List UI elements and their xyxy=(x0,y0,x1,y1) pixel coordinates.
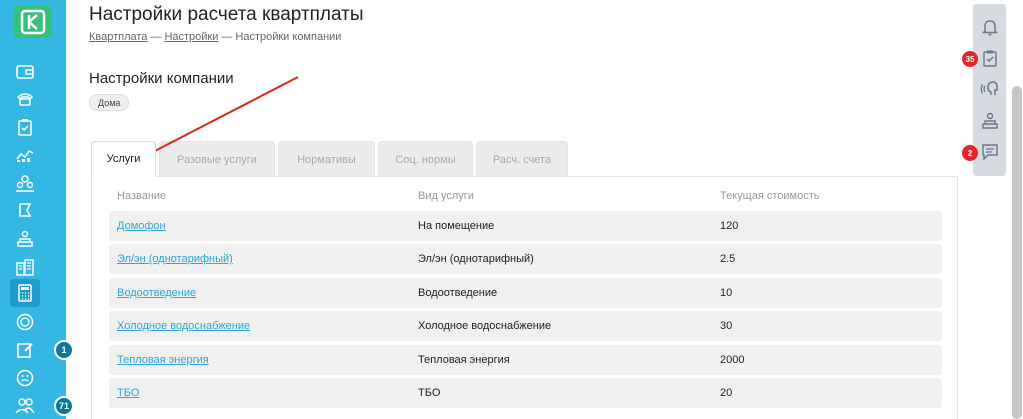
service-type: Эл/эн (однотарифный) xyxy=(418,253,534,265)
services-panel: Название Вид услуги Текущая стоимость До… xyxy=(91,176,958,419)
table-row: Холодное водоснабжение Холодное водоснаб… xyxy=(109,311,942,341)
wallet-icon xyxy=(16,65,34,79)
service-cost: 2000 xyxy=(720,353,745,366)
main-content: Настройки расчета квартплаты Квартплата —… xyxy=(66,0,1023,419)
messages-count-badge: 2 xyxy=(962,145,978,161)
breadcrumb-separator: — xyxy=(221,31,233,43)
nav-buildings[interactable] xyxy=(10,253,40,281)
section-title: Настройки компании xyxy=(89,70,234,87)
table-row: Домофон На помещение 120 xyxy=(109,210,942,241)
calculator-icon xyxy=(18,284,32,302)
breadcrumb-item-current: Настройки компании xyxy=(235,31,342,43)
page-scrollbar[interactable] xyxy=(1012,86,1022,419)
table-header: Название Вид услуги Текущая стоимость xyxy=(109,177,942,207)
service-cost: 2.5 xyxy=(720,253,736,265)
nav-clipboard[interactable] xyxy=(10,113,40,141)
nav-doorman[interactable] xyxy=(10,225,40,253)
service-link[interactable]: Домофон xyxy=(109,220,410,232)
tasks-icon xyxy=(983,50,997,67)
nav-chart[interactable] xyxy=(10,141,40,169)
service-link[interactable]: ТБО xyxy=(109,387,410,399)
tabs: Услуги Разовые услуги Нормативы Соц. нор… xyxy=(91,141,571,177)
tasks-button[interactable] xyxy=(977,45,1003,71)
column-header-name[interactable]: Название xyxy=(109,190,410,202)
service-type: ТБО xyxy=(418,387,441,399)
tab-social-norms[interactable]: Соц. нормы xyxy=(378,141,473,177)
chart-icon xyxy=(16,150,34,162)
support-button[interactable] xyxy=(977,76,1003,102)
nav-coin[interactable] xyxy=(10,308,40,336)
notifications-button[interactable] xyxy=(977,14,1003,40)
logo-k-icon xyxy=(20,9,46,35)
service-cost: 20 xyxy=(720,387,733,399)
services-table: Название Вид услуги Текущая стоимость До… xyxy=(109,177,942,408)
breadcrumb-separator: — xyxy=(150,31,162,43)
breadcrumb-item-settings[interactable]: Настройки xyxy=(164,31,218,43)
flag-icon xyxy=(19,203,32,217)
nav-phone[interactable] xyxy=(10,85,40,113)
service-cost: 120 xyxy=(720,219,739,232)
coin-icon xyxy=(16,313,34,331)
edit-icon xyxy=(17,343,33,358)
nav-calculator[interactable] xyxy=(10,279,40,307)
doorman-icon xyxy=(17,230,33,247)
page-title: Настройки расчета квартплаты xyxy=(89,4,364,25)
right-rail xyxy=(973,4,1006,176)
service-cost: 30 xyxy=(720,320,733,332)
tab-services[interactable]: Услуги xyxy=(91,141,156,177)
tab-one-time-services[interactable]: Разовые услуги xyxy=(159,141,275,177)
buildings-icon xyxy=(16,259,34,276)
breadcrumb-item-kvartplata[interactable]: Квартплата xyxy=(89,31,147,43)
table-row: Водоотведение Водоотведение 10 xyxy=(109,277,942,308)
support-icon xyxy=(980,81,998,95)
service-type: Водоотведение xyxy=(418,286,498,299)
service-type: Холодное водоснабжение xyxy=(418,320,552,332)
nav-edit[interactable] xyxy=(10,336,40,364)
people-icon xyxy=(16,175,34,192)
clipboard-icon xyxy=(18,119,32,136)
nav-flag[interactable] xyxy=(10,197,40,225)
service-type: На помещение xyxy=(418,219,495,232)
reception-button[interactable] xyxy=(977,108,1003,134)
service-link[interactable]: Холодное водоснабжение xyxy=(109,320,410,332)
table-row: Эл/эн (однотарифный) Эл/эн (однотарифный… xyxy=(109,244,942,274)
service-link[interactable]: Тепловая энергия xyxy=(109,354,410,366)
doorman-icon xyxy=(982,112,998,129)
left-sidebar: 1 71 xyxy=(0,0,74,419)
app-logo[interactable] xyxy=(14,6,52,38)
tab-norms[interactable]: Нормативы xyxy=(278,141,375,177)
service-link[interactable]: Эл/эн (однотарифный) xyxy=(109,253,410,265)
bell-icon xyxy=(982,20,998,36)
smile-icon xyxy=(16,369,34,387)
tab-accounts[interactable]: Расч. счета xyxy=(476,141,568,177)
service-link[interactable]: Водоотведение xyxy=(109,287,410,299)
column-header-type[interactable]: Вид услуги xyxy=(410,190,712,202)
service-type: Тепловая энергия xyxy=(418,353,510,366)
nav-wallet[interactable] xyxy=(10,58,40,86)
phone-icon xyxy=(16,93,34,106)
breadcrumb: Квартплата — Настройки — Настройки компании xyxy=(89,31,341,43)
houses-chip[interactable]: Дома xyxy=(89,94,130,111)
service-cost: 10 xyxy=(720,286,733,299)
nav-users[interactable] xyxy=(10,391,40,419)
table-row: Тепловая энергия Тепловая энергия 2000 xyxy=(109,344,942,375)
table-row: ТБО ТБО 20 xyxy=(109,378,942,408)
column-header-cost[interactable]: Текущая стоимость xyxy=(712,190,942,202)
nav-smile[interactable] xyxy=(10,364,40,392)
chat-button[interactable] xyxy=(977,139,1003,165)
nav-people[interactable] xyxy=(10,169,40,197)
tasks-count-badge: 35 xyxy=(962,51,978,67)
users-icon xyxy=(15,398,35,414)
chat-icon xyxy=(982,144,998,161)
